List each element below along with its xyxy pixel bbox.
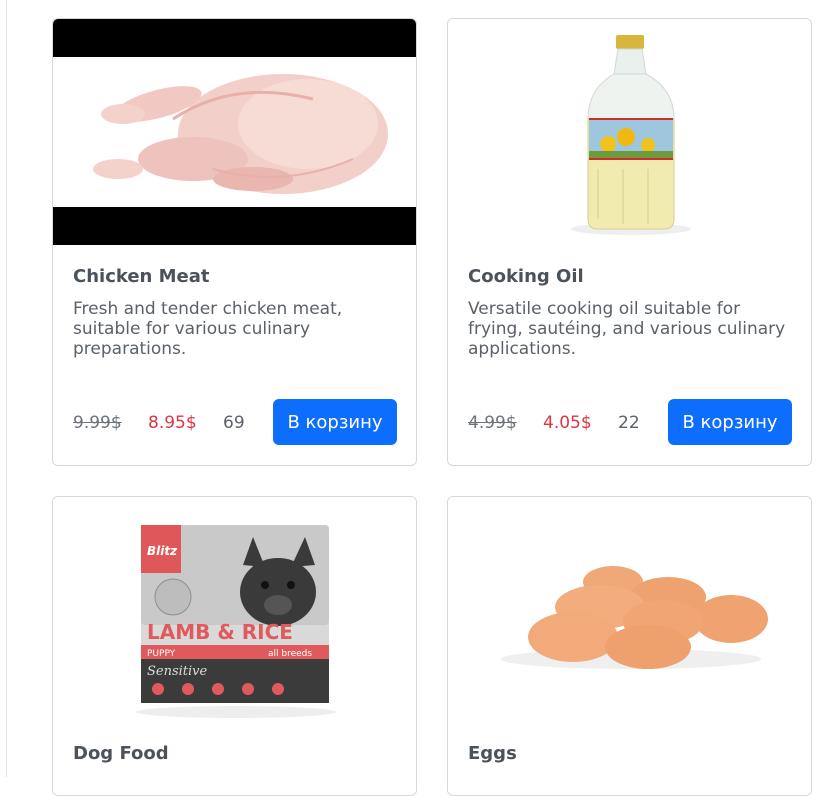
- stock-quantity: 69: [223, 413, 245, 433]
- price-row: 9.99$ 8.95$ 69 В корзину: [73, 399, 397, 447]
- old-price: 4.99$: [468, 413, 517, 433]
- dog-food-label-lamb-rice: LAMB & RICE: [147, 620, 293, 644]
- add-to-cart-button[interactable]: В корзину: [668, 399, 792, 445]
- product-image-oil: [448, 19, 811, 245]
- eggs-image: [501, 566, 768, 669]
- dog-food-brand-logo: Blitz: [147, 544, 178, 558]
- product-card-chicken-meat: Chicken Meat Fresh and tender chicken me…: [52, 18, 417, 466]
- old-price: 9.99$: [73, 413, 122, 433]
- product-title: Cooking Oil: [468, 266, 584, 287]
- sale-price: 4.05$: [543, 413, 592, 433]
- dog-food-bag-image: Blitz LAMB & RICE PUPPY all breeds Sensi…: [136, 525, 336, 718]
- product-description: Fresh and tender chicken meat, suitable …: [73, 299, 343, 359]
- dog-food-label-sensitive: Sensitive: [147, 664, 208, 679]
- dog-food-label-breeds: all breeds: [268, 649, 312, 659]
- product-title: Dog Food: [73, 743, 169, 764]
- add-to-cart-button[interactable]: В корзину: [273, 399, 397, 445]
- oil-bottle-image: [571, 35, 691, 235]
- product-title: Chicken Meat: [73, 266, 210, 287]
- product-card-dog-food: Blitz LAMB & RICE PUPPY all breeds Sensi…: [52, 496, 417, 796]
- stock-quantity: 22: [618, 413, 640, 433]
- price-row: 4.99$ 4.05$ 22 В корзину: [468, 399, 792, 447]
- product-card-cooking-oil: Cooking Oil Versatile cooking oil suitab…: [447, 18, 812, 466]
- chicken-image: [53, 19, 416, 245]
- dog-food-label-puppy: PUPPY: [147, 649, 176, 659]
- product-image-chicken: [53, 19, 416, 245]
- product-image-dog-food: Blitz LAMB & RICE PUPPY all breeds Sensi…: [53, 497, 416, 723]
- product-title: Eggs: [468, 743, 517, 764]
- page-left-border: [6, 0, 7, 777]
- product-image-eggs: [448, 497, 811, 723]
- sale-price: 8.95$: [148, 413, 197, 433]
- product-card-eggs: Eggs: [447, 496, 812, 796]
- product-description: Versatile cooking oil suitable for fryin…: [468, 299, 786, 359]
